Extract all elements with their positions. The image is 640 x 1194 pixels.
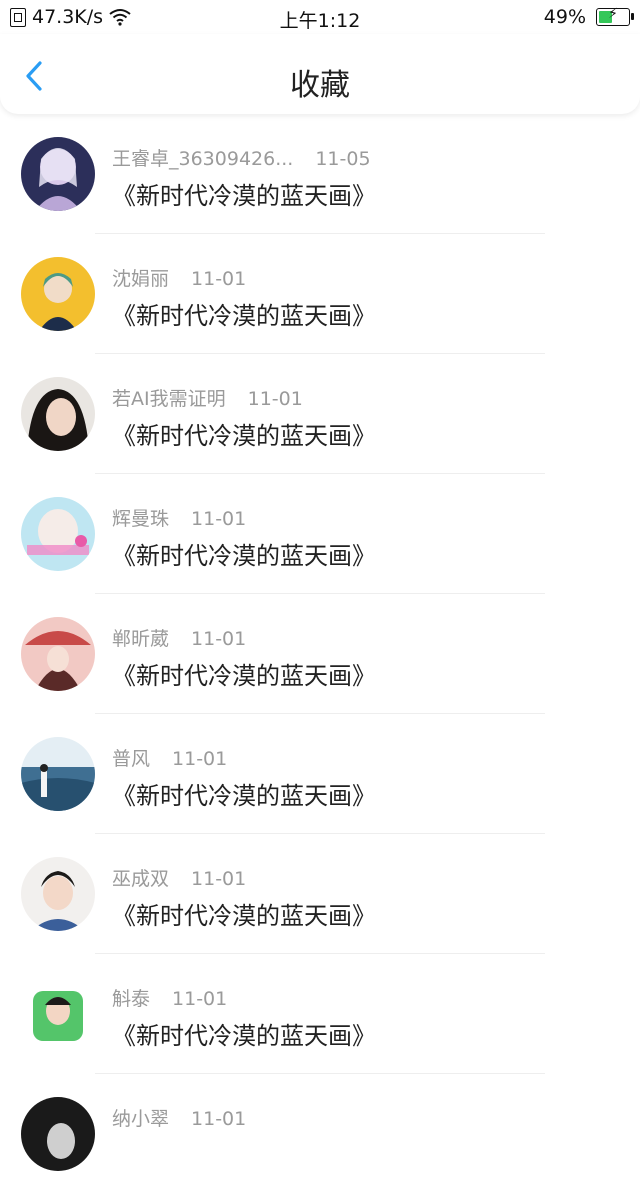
list-item[interactable]: 斛泰 11-01 《新时代冷漠的蓝天画》 bbox=[0, 954, 640, 1074]
item-meta: 郸昕葳 11-01 bbox=[112, 624, 246, 651]
item-meta: 王睿卓_36309426... 11-05 bbox=[112, 144, 371, 171]
item-author: 若AI我需证明 bbox=[112, 388, 226, 410]
item-date: 11-01 bbox=[191, 868, 247, 890]
status-bar: 47.3K/s 上午1:12 49% ⚡ bbox=[0, 0, 640, 34]
item-date: 11-01 bbox=[191, 1108, 247, 1130]
list-item[interactable]: 若AI我需证明 11-01 《新时代冷漠的蓝天画》 bbox=[0, 354, 640, 474]
favorites-list: 王睿卓_36309426... 11-05 《新时代冷漠的蓝天画》 沈娟丽 11-0… bbox=[0, 114, 640, 1194]
item-author: 纳小翠 bbox=[112, 1108, 170, 1130]
list-item[interactable]: 普风 11-01 《新时代冷漠的蓝天画》 bbox=[0, 714, 640, 834]
avatar[interactable] bbox=[21, 977, 95, 1051]
avatar[interactable] bbox=[21, 1097, 95, 1171]
item-date: 11-05 bbox=[315, 148, 371, 170]
avatar[interactable] bbox=[21, 497, 95, 571]
item-author: 王睿卓_36309426... bbox=[112, 148, 294, 170]
avatar[interactable] bbox=[21, 857, 95, 931]
list-item[interactable]: 辉曼珠 11-01 《新时代冷漠的蓝天画》 bbox=[0, 474, 640, 594]
battery-icon: ⚡ bbox=[596, 6, 634, 26]
item-author: 沈娟丽 bbox=[112, 268, 170, 290]
item-date: 11-01 bbox=[172, 748, 228, 770]
item-date: 11-01 bbox=[172, 988, 228, 1010]
item-meta: 巫成双 11-01 bbox=[112, 864, 246, 891]
page-title: 收藏 bbox=[290, 68, 350, 103]
navigation-bar: 收藏 bbox=[0, 34, 640, 114]
avatar[interactable] bbox=[21, 737, 95, 811]
avatar[interactable] bbox=[21, 377, 95, 451]
item-title: 《新时代冷漠的蓝天画》 bbox=[112, 542, 376, 570]
list-item[interactable]: 纳小翠 11-01 bbox=[0, 1074, 640, 1194]
item-author: 斛泰 bbox=[112, 988, 151, 1010]
list-item[interactable]: 沈娟丽 11-01 《新时代冷漠的蓝天画》 bbox=[0, 234, 640, 354]
item-date: 11-01 bbox=[191, 508, 247, 530]
item-title: 《新时代冷漠的蓝天画》 bbox=[112, 182, 376, 210]
item-date: 11-01 bbox=[191, 268, 247, 290]
item-title: 《新时代冷漠的蓝天画》 bbox=[112, 422, 376, 450]
item-title: 《新时代冷漠的蓝天画》 bbox=[112, 782, 376, 810]
list-item[interactable]: 巫成双 11-01 《新时代冷漠的蓝天画》 bbox=[0, 834, 640, 954]
status-right: 49% ⚡ bbox=[543, 6, 634, 28]
item-author: 巫成双 bbox=[112, 868, 170, 890]
item-meta: 辉曼珠 11-01 bbox=[112, 504, 246, 531]
item-meta: 纳小翠 11-01 bbox=[112, 1104, 246, 1131]
item-title: 《新时代冷漠的蓝天画》 bbox=[112, 1022, 376, 1050]
avatar[interactable] bbox=[21, 137, 95, 211]
item-title: 《新时代冷漠的蓝天画》 bbox=[112, 902, 376, 930]
item-author: 普风 bbox=[112, 748, 151, 770]
item-meta: 沈娟丽 11-01 bbox=[112, 264, 246, 291]
list-item[interactable]: 王睿卓_36309426... 11-05 《新时代冷漠的蓝天画》 bbox=[0, 114, 640, 234]
avatar[interactable] bbox=[21, 617, 95, 691]
item-meta: 若AI我需证明 11-01 bbox=[112, 384, 303, 411]
item-date: 11-01 bbox=[247, 388, 303, 410]
avatar[interactable] bbox=[21, 257, 95, 331]
item-author: 辉曼珠 bbox=[112, 508, 170, 530]
charging-bolt-icon: ⚡ bbox=[608, 6, 618, 22]
item-title: 《新时代冷漠的蓝天画》 bbox=[112, 302, 376, 330]
item-title: 《新时代冷漠的蓝天画》 bbox=[112, 662, 376, 690]
item-meta: 斛泰 11-01 bbox=[112, 984, 227, 1011]
item-meta: 普风 11-01 bbox=[112, 744, 227, 771]
list-item[interactable]: 郸昕葳 11-01 《新时代冷漠的蓝天画》 bbox=[0, 594, 640, 714]
item-author: 郸昕葳 bbox=[112, 628, 170, 650]
battery-percent: 49% bbox=[543, 6, 586, 28]
item-date: 11-01 bbox=[191, 628, 247, 650]
